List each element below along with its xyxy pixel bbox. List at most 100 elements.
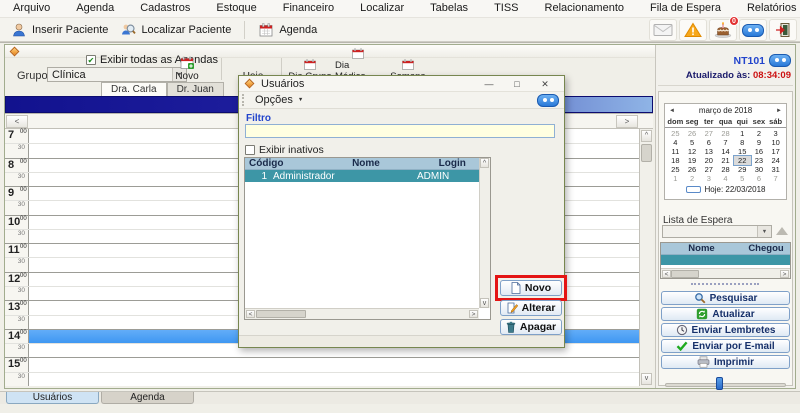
calendar-day[interactable]: 5 (734, 174, 751, 183)
minimize-icon[interactable]: — (482, 78, 496, 90)
options-menu-button[interactable]: Opções ▼ (249, 93, 309, 107)
calendar-day[interactable]: 14 (717, 147, 734, 156)
user-row-administrador[interactable]: 1AdministradorADMIN (245, 170, 479, 182)
calendar-day[interactable]: 12 (684, 147, 701, 156)
scroll-left-icon[interactable]: < (662, 270, 671, 278)
calendar-day[interactable]: 27 (700, 129, 717, 138)
menu-item-financeiro[interactable]: Financeiro (270, 0, 347, 17)
calendar-day[interactable]: 4 (717, 174, 734, 183)
exit-button[interactable] (769, 19, 797, 41)
scroll-down-icon[interactable]: v (641, 373, 652, 385)
menu-item-relat-rios[interactable]: Relatórios (734, 0, 800, 17)
waitlist-horizontal-scrollbar[interactable]: < > (661, 268, 790, 278)
calendar-day[interactable]: 11 (667, 147, 684, 156)
menu-item-agenda[interactable]: Agenda (63, 0, 127, 17)
calendar-day[interactable]: 6 (751, 174, 768, 183)
calendar-selected-day[interactable]: 22 (734, 156, 751, 165)
scroll-right-icon[interactable]: > (616, 115, 638, 128)
menu-item-tabelas[interactable]: Tabelas (417, 0, 481, 17)
pesquisar-button[interactable]: Pesquisar (661, 291, 790, 305)
calendar-day[interactable]: 24 (767, 156, 784, 165)
calendar-day[interactable]: 27 (700, 165, 717, 174)
edit-user-button[interactable]: Alterar (500, 300, 562, 316)
agenda-button[interactable]: Agenda (252, 20, 323, 40)
locate-patient-button[interactable]: Localizar Paciente (114, 20, 237, 40)
timeslot-15-00[interactable] (29, 358, 639, 371)
calendar-day[interactable]: 19 (684, 156, 701, 165)
calendar-day[interactable]: 6 (700, 138, 717, 147)
calendar-day[interactable]: 7 (767, 174, 784, 183)
menu-item-cadastros[interactable]: Cadastros (127, 0, 203, 17)
calendar-day[interactable]: 3 (700, 174, 717, 183)
calendar-prev-icon[interactable]: ◄ (669, 108, 675, 114)
birthdays-button[interactable]: 0 (709, 19, 737, 41)
scrollbar-thumb[interactable] (256, 310, 306, 318)
calendar-day[interactable]: 30 (751, 165, 768, 174)
window-tab-agenda[interactable]: Agenda (101, 392, 194, 404)
atualizar-button[interactable]: Atualizar (661, 307, 790, 321)
insert-patient-button[interactable]: Inserir Paciente (5, 20, 114, 40)
close-icon[interactable]: ✕ (538, 78, 552, 90)
calendar-day[interactable]: 20 (700, 156, 717, 165)
new-user-button[interactable]: Novo (500, 280, 562, 296)
calendar-next-icon[interactable]: ► (776, 108, 782, 114)
agenda-vertical-scrollbar[interactable]: ^ v (639, 129, 653, 386)
calendar-day[interactable]: 3 (767, 129, 784, 138)
doctor-tab-dra-carla[interactable]: Dra. Carla (101, 82, 167, 96)
calendar-day[interactable]: 28 (717, 165, 734, 174)
users-vertical-scrollbar[interactable]: ^ v (479, 158, 490, 308)
calendar-day[interactable]: 18 (667, 156, 684, 165)
calendar-day[interactable]: 7 (717, 138, 734, 147)
calendar-day[interactable]: 15 (734, 147, 751, 156)
enviar-lembretes-button[interactable]: Enviar Lembretes (661, 323, 790, 337)
window-tab-usu-rios[interactable]: Usuários (6, 392, 99, 404)
imprimir-button[interactable]: Imprimir (661, 355, 790, 369)
calendar-day[interactable]: 28 (717, 129, 734, 138)
calendar-day[interactable]: 9 (751, 138, 768, 147)
calendar-day[interactable]: 8 (734, 138, 751, 147)
timeslot-15-30[interactable] (29, 373, 639, 386)
menu-item-fila-de-espera[interactable]: Fila de Espera (637, 0, 734, 17)
calendar-day[interactable]: 26 (684, 165, 701, 174)
scroll-right-icon[interactable]: > (780, 270, 789, 278)
maximize-icon[interactable]: □ (510, 78, 524, 90)
calendar-day[interactable]: 31 (767, 165, 784, 174)
menu-item-localizar[interactable]: Localizar (347, 0, 417, 17)
waitlist-select[interactable]: ▼ (662, 225, 772, 238)
calendar-day[interactable]: 25 (667, 165, 684, 174)
calendar-day[interactable]: 29 (734, 165, 751, 174)
calendar-day[interactable]: 4 (667, 138, 684, 147)
calendar-day[interactable]: 1 (734, 129, 751, 138)
messages-button[interactable] (739, 19, 767, 41)
filter-input[interactable] (245, 124, 555, 138)
mail-button[interactable] (649, 19, 677, 41)
new-appointment-button[interactable]: Novo (163, 56, 211, 82)
calendar-day[interactable]: 21 (717, 156, 734, 165)
users-horizontal-scrollbar[interactable]: < > (245, 308, 479, 319)
scrollbar-thumb[interactable] (641, 144, 652, 162)
scroll-right-icon[interactable]: > (469, 310, 478, 318)
enviar-por-e-mail-button[interactable]: Enviar por E-mail (661, 339, 790, 353)
calendar-day[interactable]: 23 (751, 156, 768, 165)
alerts-button[interactable] (679, 19, 707, 41)
menu-item-arquivo[interactable]: Arquivo (0, 0, 63, 17)
menu-item-estoque[interactable]: Estoque (203, 0, 269, 17)
show-inactive-checkbox[interactable]: Exibir inativos (245, 144, 324, 156)
delete-user-button[interactable]: Apagar (500, 319, 562, 335)
scroll-down-icon[interactable]: v (480, 298, 489, 308)
menu-item-tiss[interactable]: TISS (481, 0, 531, 17)
calendar-day[interactable]: 13 (700, 147, 717, 156)
calendar-day[interactable]: 16 (751, 147, 768, 156)
waitlist-empty-row[interactable] (661, 255, 790, 265)
calendar-day[interactable]: 10 (767, 138, 784, 147)
calendar-day[interactable]: 1 (667, 174, 684, 183)
people-chat-icon[interactable] (537, 94, 559, 107)
calendar-day[interactable]: 26 (684, 129, 701, 138)
scroll-left-icon[interactable]: < (246, 310, 255, 318)
calendar-day[interactable]: 25 (667, 129, 684, 138)
slider-thumb[interactable] (716, 377, 723, 390)
calendar-day[interactable]: 5 (684, 138, 701, 147)
calendar-day[interactable]: 17 (767, 147, 784, 156)
calendar-day[interactable]: 2 (751, 129, 768, 138)
dialog-titlebar[interactable]: Usuários — □ ✕ (239, 76, 564, 92)
